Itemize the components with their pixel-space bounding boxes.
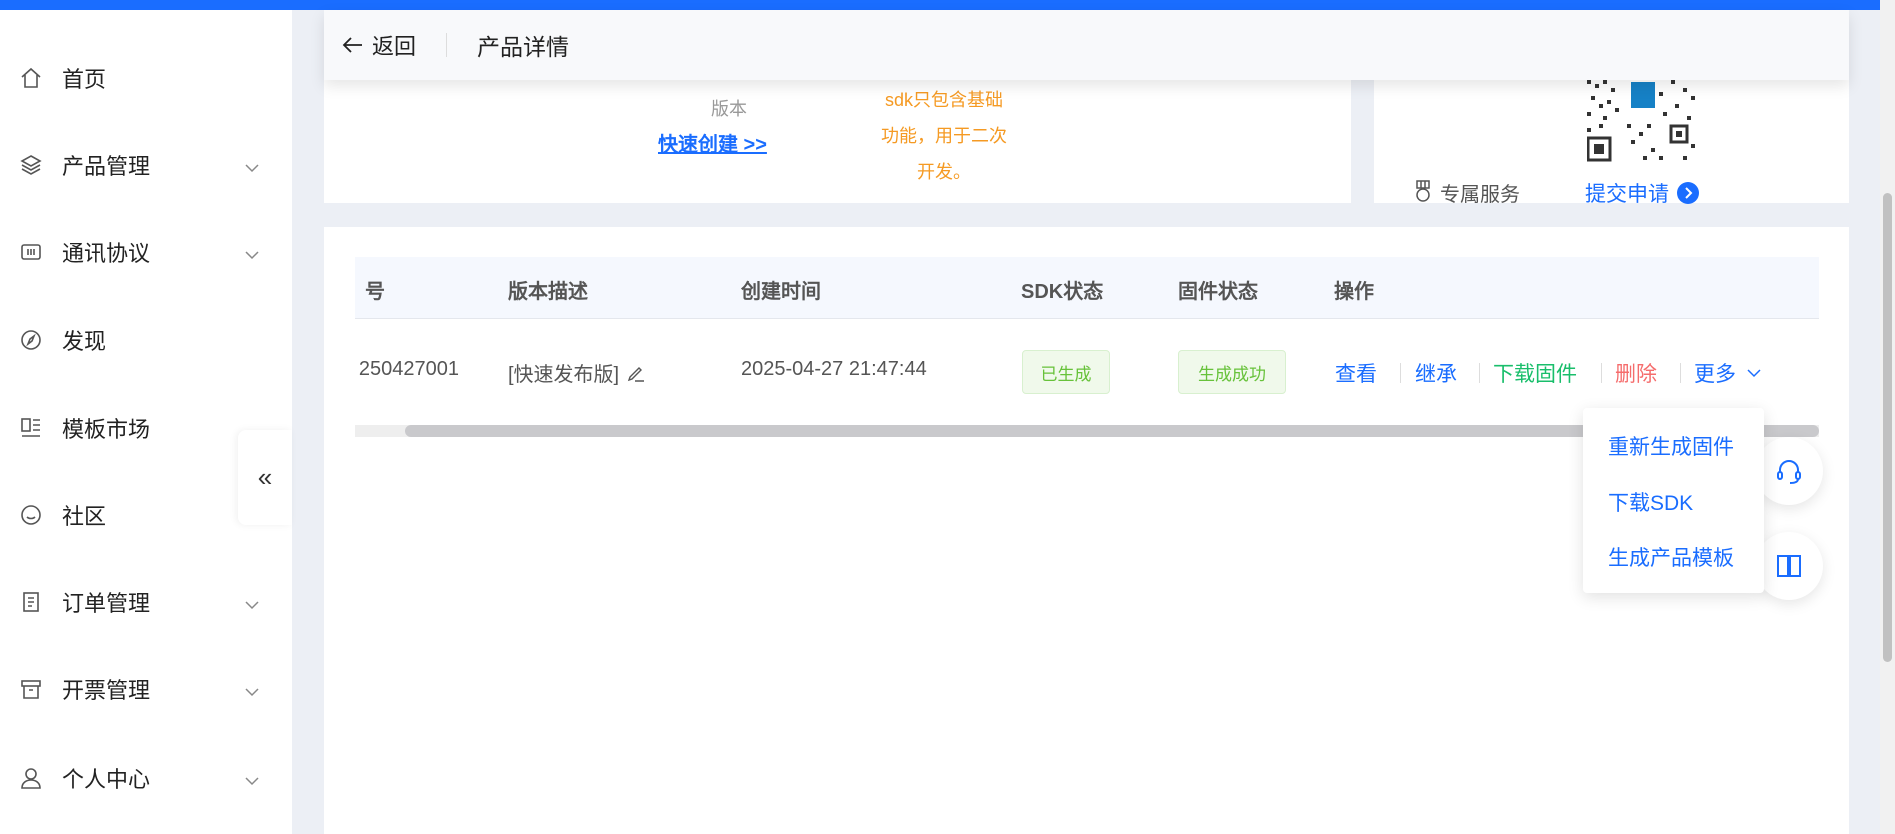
chevron-down-icon bbox=[244, 677, 260, 703]
sdk-note-line: 开发。 bbox=[917, 162, 971, 182]
column-header-fw-status: 固件状态 bbox=[1178, 281, 1258, 303]
back-button[interactable]: 返回 bbox=[342, 29, 416, 61]
sdk-note: sdk只包含基础 功能，用于二次 开发。 bbox=[864, 82, 1024, 190]
sidebar-item-products[interactable]: 产品管理 bbox=[0, 135, 292, 195]
quick-create-link[interactable]: 快速创建 >> bbox=[658, 128, 767, 157]
protocol-icon bbox=[18, 239, 44, 265]
submit-application-link[interactable]: 提交申请 bbox=[1585, 178, 1699, 208]
sdk-note-line: sdk只包含基础 bbox=[884, 90, 1003, 110]
sidebar-item-home[interactable]: 首页 bbox=[0, 48, 292, 108]
sidebar-item-label: 发现 bbox=[62, 329, 107, 354]
column-header-sdk-status: SDK状态 bbox=[1021, 281, 1104, 303]
smile-icon bbox=[18, 502, 44, 528]
action-divider bbox=[1601, 363, 1602, 383]
sidebar-item-label: 通讯协议 bbox=[62, 241, 151, 266]
action-divider bbox=[1479, 363, 1480, 383]
column-header-version: 号 bbox=[365, 281, 385, 303]
sdk-note-line: 功能，用于二次 bbox=[881, 126, 1007, 146]
edit-icon[interactable] bbox=[627, 364, 645, 382]
desc-text: [快速发布版] bbox=[508, 364, 620, 386]
action-divider bbox=[1680, 363, 1681, 383]
version-cell: 250427001 bbox=[358, 358, 459, 380]
sdk-status-badge: 已生成 bbox=[1022, 350, 1110, 394]
docs-button[interactable] bbox=[1755, 532, 1823, 600]
sidebar-item-label: 产品管理 bbox=[62, 154, 151, 179]
double-chevron-left-icon: « bbox=[257, 462, 273, 492]
chevron-down-icon bbox=[1747, 369, 1761, 378]
template-icon bbox=[18, 415, 44, 441]
user-icon bbox=[18, 765, 44, 791]
invoice-icon bbox=[18, 676, 44, 702]
sidebar-item-label: 模板市场 bbox=[62, 417, 151, 442]
service-label: 专属服务 bbox=[1440, 184, 1520, 206]
book-icon bbox=[1777, 555, 1801, 577]
page-title: 产品详情 bbox=[477, 34, 570, 60]
view-button[interactable]: 查看 bbox=[1335, 358, 1377, 388]
created-cell: 2025-04-27 21:47:44 bbox=[741, 358, 927, 380]
chevron-down-icon bbox=[244, 153, 260, 179]
column-header-actions: 操作 bbox=[1334, 281, 1374, 303]
customer-service-button[interactable] bbox=[1755, 437, 1823, 505]
chevron-right-circle-icon bbox=[1677, 182, 1699, 204]
column-header-desc: 版本描述 bbox=[508, 281, 588, 303]
order-icon bbox=[18, 589, 44, 615]
sidebar-item-label: 个人中心 bbox=[62, 767, 151, 792]
medal-icon bbox=[1416, 180, 1430, 202]
layers-icon bbox=[18, 152, 44, 178]
submit-label: 提交申请 bbox=[1585, 183, 1669, 206]
fw-status-badge: 生成成功 bbox=[1178, 350, 1286, 394]
generate-template-option[interactable]: 生成产品模板 bbox=[1608, 542, 1734, 572]
delete-button[interactable]: 删除 bbox=[1615, 358, 1657, 388]
sidebar-item-protocol[interactable]: 通讯协议 bbox=[0, 222, 292, 282]
header-divider bbox=[446, 33, 448, 57]
page-header: 返回 产品详情 bbox=[324, 10, 1849, 80]
download-firmware-button[interactable]: 下载固件 bbox=[1493, 358, 1577, 388]
page-vertical-scrollbar[interactable] bbox=[1880, 0, 1895, 834]
column-header-created: 创建时间 bbox=[741, 281, 821, 303]
inherit-button[interactable]: 继承 bbox=[1415, 358, 1457, 388]
download-sdk-option[interactable]: 下载SDK bbox=[1608, 487, 1693, 517]
regenerate-firmware-option[interactable]: 重新生成固件 bbox=[1608, 431, 1734, 461]
sidebar-item-orders[interactable]: 订单管理 bbox=[0, 572, 292, 632]
sidebar-item-label: 订单管理 bbox=[62, 591, 151, 616]
desc-cell: [快速发布版] bbox=[508, 358, 645, 387]
sidebar-item-label: 首页 bbox=[62, 67, 107, 92]
back-label: 返回 bbox=[372, 34, 417, 59]
sidebar-item-label: 开票管理 bbox=[62, 678, 151, 703]
more-button[interactable]: 更多 bbox=[1694, 358, 1762, 388]
chevron-down-icon bbox=[244, 766, 260, 792]
sidebar-item-invoices[interactable]: 开票管理 bbox=[0, 659, 292, 719]
sidebar-item-discover[interactable]: 发现 bbox=[0, 310, 292, 370]
action-divider bbox=[1400, 363, 1401, 383]
chevron-down-icon bbox=[244, 240, 260, 266]
top-accent-bar bbox=[0, 0, 1895, 10]
more-label: 更多 bbox=[1694, 363, 1736, 386]
home-icon bbox=[18, 65, 44, 91]
chevron-down-icon bbox=[244, 590, 260, 616]
compass-icon bbox=[18, 327, 44, 353]
version-note: 版本 bbox=[711, 99, 747, 119]
headset-icon bbox=[1777, 460, 1801, 484]
arrow-left-icon bbox=[342, 37, 362, 53]
collapse-sidebar-button[interactable]: « bbox=[238, 430, 292, 525]
more-actions-dropdown: 重新生成固件 下载SDK 生成产品模板 bbox=[1583, 408, 1764, 593]
sidebar-item-profile[interactable]: 个人中心 bbox=[0, 748, 292, 808]
scrollbar-thumb[interactable] bbox=[1883, 193, 1892, 662]
sidebar-item-label: 社区 bbox=[62, 504, 107, 529]
sidebar: 首页 产品管理 通讯协议 发现 模板市场 社区 订单管理 开票管理 个人中心 bbox=[0, 10, 292, 834]
qr-code bbox=[1587, 80, 1699, 162]
